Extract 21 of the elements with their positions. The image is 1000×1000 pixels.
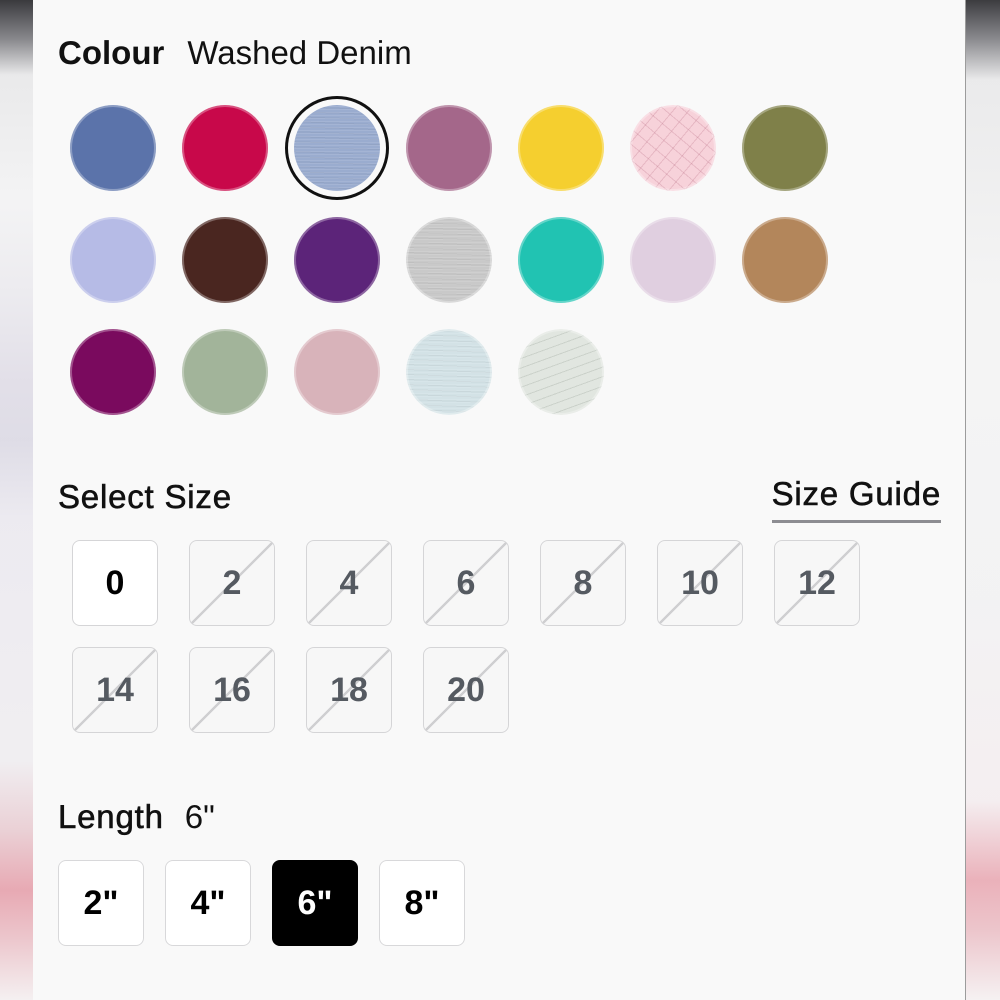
size-option-button[interactable]: 6 (423, 540, 509, 626)
size-option-button[interactable]: 14 (72, 647, 158, 733)
length-option-button[interactable]: 2" (58, 860, 144, 946)
length-option-button[interactable]: 6" (272, 860, 358, 946)
size-option-button[interactable]: 0 (72, 540, 158, 626)
selected-length-value: 6" (184, 797, 215, 837)
length-label: Length (58, 797, 164, 837)
size-option-button[interactable]: 16 (189, 647, 275, 733)
size-label: Select Size (58, 477, 232, 517)
selected-colour-name: Washed Denim (187, 33, 412, 73)
length-option-button[interactable]: 8" (379, 860, 465, 946)
size-option-button[interactable]: 18 (306, 647, 392, 733)
size-option-button[interactable]: 2 (189, 540, 275, 626)
size-option-button[interactable]: 20 (423, 647, 509, 733)
size-option-button[interactable]: 12 (774, 540, 860, 626)
size-option-button[interactable]: 10 (657, 540, 743, 626)
size-guide-link[interactable]: Size Guide (772, 474, 941, 523)
size-option-button[interactable]: 8 (540, 540, 626, 626)
length-option-button[interactable]: 4" (165, 860, 251, 946)
size-option-button[interactable]: 4 (306, 540, 392, 626)
colour-label: Colour (58, 33, 164, 73)
